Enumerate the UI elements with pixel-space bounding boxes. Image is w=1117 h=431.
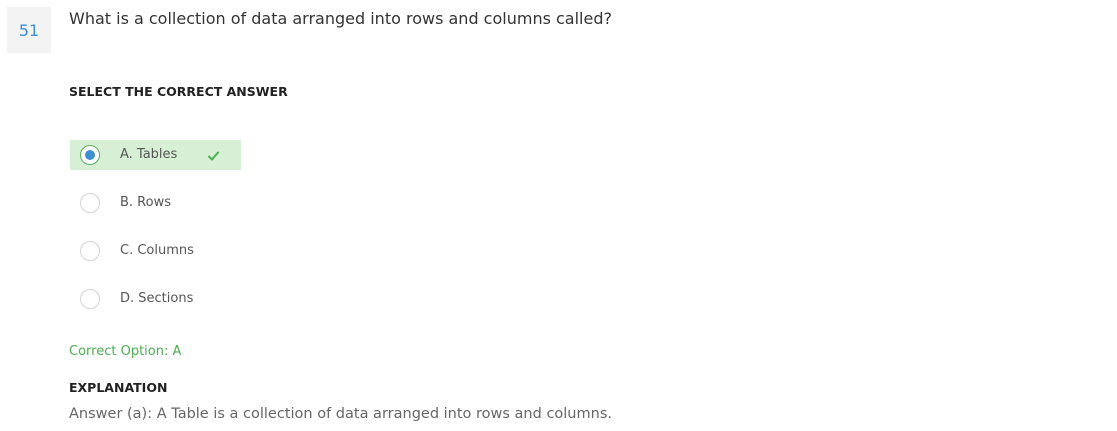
correct-option-text: Correct Option: A bbox=[69, 344, 182, 359]
checkmark-icon bbox=[208, 151, 219, 161]
option-d[interactable]: D. Sections bbox=[70, 284, 241, 314]
radio-dot bbox=[85, 150, 95, 160]
option-b-label: B. Rows bbox=[120, 195, 171, 210]
radio-empty-icon[interactable] bbox=[80, 193, 100, 213]
explanation-text: Answer (a): A Table is a collection of d… bbox=[69, 406, 612, 422]
explanation-heading: EXPLANATION bbox=[69, 380, 168, 395]
option-d-label: D. Sections bbox=[120, 291, 194, 306]
question-text: What is a collection of data arranged in… bbox=[69, 9, 612, 28]
radio-empty-icon[interactable] bbox=[80, 289, 100, 309]
quiz-question-card: 51 What is a collection of data arranged… bbox=[0, 0, 1117, 431]
option-c[interactable]: C. Columns bbox=[70, 236, 241, 266]
radio-selected-icon[interactable] bbox=[80, 145, 100, 165]
question-number: 51 bbox=[7, 7, 51, 53]
option-c-label: C. Columns bbox=[120, 243, 194, 258]
option-b[interactable]: B. Rows bbox=[70, 188, 241, 218]
option-a-label: A. Tables bbox=[120, 147, 178, 162]
option-a[interactable]: A. Tables bbox=[70, 140, 241, 170]
radio-empty-icon[interactable] bbox=[80, 241, 100, 261]
answer-section-heading: SELECT THE CORRECT ANSWER bbox=[69, 84, 288, 99]
